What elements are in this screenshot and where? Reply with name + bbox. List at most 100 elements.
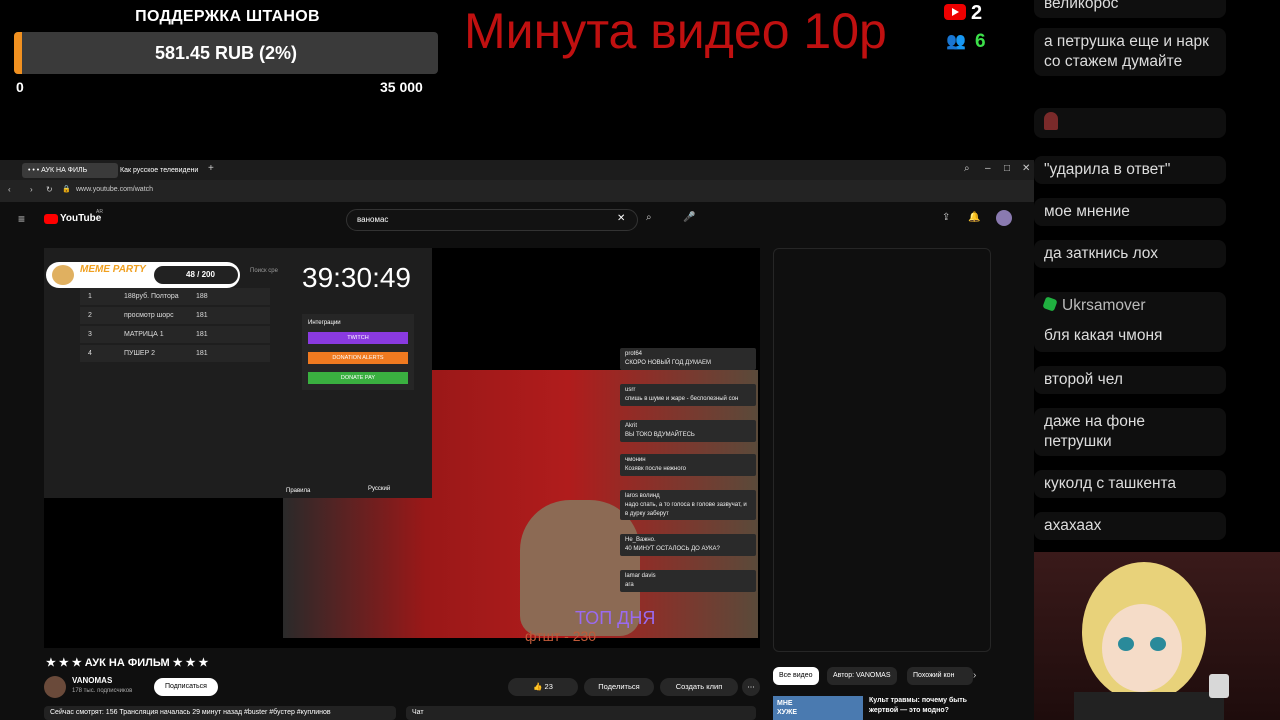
- url-text[interactable]: www.youtube.com/watch: [76, 186, 153, 193]
- menu-icon[interactable]: ≡: [18, 212, 25, 226]
- upload-icon[interactable]: ⇪: [942, 212, 950, 223]
- overlay-text: СКОРО НОВЫЙ ГОД ДУМАЕМ: [625, 360, 712, 366]
- chat-message: второй чел: [1034, 366, 1226, 394]
- overlay-text: Козявк после нежного: [625, 466, 686, 472]
- search-tabs-icon[interactable]: ⌕: [964, 163, 970, 174]
- support-progress-bar: 581.45 RUB (2%): [14, 32, 438, 74]
- channel-name[interactable]: VANOMAS: [72, 676, 112, 685]
- chat-message: даже на фоне петрушки: [1034, 408, 1226, 456]
- overlay-username: lamar davis: [625, 573, 656, 579]
- close-icon[interactable]: ✕: [1022, 163, 1030, 174]
- meme-party-label: MEME PARTY: [80, 264, 146, 275]
- chat-message: [1034, 108, 1226, 138]
- address-bar[interactable]: ‹ › ↻ 🔒 www.youtube.com/watch: [0, 180, 1034, 202]
- recommendation-title[interactable]: Культ травмы: почему быть жертвой — это …: [869, 696, 979, 716]
- lot-row[interactable]: 2 просмотр шорс 181: [80, 307, 270, 324]
- bell-icon[interactable]: 🔔: [968, 212, 980, 223]
- search-input[interactable]: ваномас ✕: [346, 209, 638, 231]
- subscribe-button[interactable]: Подписаться: [154, 678, 218, 696]
- youtube-header: ≡ YouTube AR ваномас ✕ ⌕ 🎤 ⇪ 🔔: [0, 202, 1034, 238]
- overlay-username: laros волинд: [625, 493, 660, 499]
- new-tab-icon[interactable]: +: [208, 163, 214, 174]
- search-icon[interactable]: ⌕: [646, 212, 652, 223]
- share-button[interactable]: Поделиться: [584, 678, 654, 696]
- overlay-username: чмонин: [625, 457, 646, 463]
- maximize-icon[interactable]: □: [1004, 163, 1010, 174]
- lot-row[interactable]: 3 МАТРИЦА 1 181: [80, 326, 270, 343]
- lot-row[interactable]: 1 188руб. Полтора 188: [80, 288, 270, 305]
- auction-app: MEME PARTY 48 / 200 Поиск сре 39:30:49 1…: [44, 248, 432, 498]
- recommendation-thumbnail[interactable]: МНЕ ХУЖЕ: [773, 696, 863, 720]
- overlay-message: prot64 СКОРО НОВЫЙ ГОД ДУМАЕМ: [620, 348, 756, 370]
- lot-value: 181: [196, 331, 208, 338]
- lot-number: 3: [88, 331, 92, 338]
- rules-button[interactable]: Правила: [286, 488, 310, 494]
- thumbs-up-icon: 👍: [533, 682, 545, 691]
- overlay-username: Akrit: [625, 423, 637, 429]
- overlay-username: prot64: [625, 351, 643, 357]
- chip-all[interactable]: Все видео: [773, 667, 819, 685]
- chip-author[interactable]: Автор: VANOMAS: [827, 667, 897, 685]
- tab-label: • • • АУК НА ФИЛЬ: [28, 167, 88, 174]
- back-icon[interactable]: ‹: [8, 185, 11, 194]
- reload-icon[interactable]: ↻: [46, 185, 53, 194]
- chat-message-text: мое мнение: [1044, 203, 1130, 220]
- donate-pay-button[interactable]: DONATE PAY: [308, 372, 408, 384]
- like-button[interactable]: 👍 23: [508, 678, 578, 696]
- forward-icon[interactable]: ›: [30, 185, 33, 194]
- chat-message: а петрушка еще и нарк со стажем думайте: [1034, 28, 1226, 76]
- support-title: ПОДДЕРЖКА ШТАНОВ: [135, 8, 320, 25]
- clear-search-icon[interactable]: ✕: [617, 213, 625, 224]
- chat-message: великорос: [1034, 0, 1226, 18]
- overlay-message: Не_Важно. 40 МИНУТ ОСТАЛОСЬ ДО АУКА?: [620, 534, 756, 556]
- channel-avatar[interactable]: [44, 676, 66, 698]
- lot-search-input[interactable]: Поиск сре: [250, 268, 278, 274]
- stream-chat-overlay: prot64 СКОРО НОВЫЙ ГОД ДУМАЕМ usrr спишь в…: [620, 348, 758, 638]
- chat-message-text: а петрушка еще и нарк со стажем думайте: [1044, 33, 1209, 70]
- lot-row[interactable]: 4 ПУШЕР 2 181: [80, 345, 270, 362]
- support-min: 0: [16, 79, 24, 95]
- mic-icon[interactable]: 🎤: [683, 212, 695, 223]
- search-value: ваномас: [357, 215, 389, 224]
- meme-party-banner: MEME PARTY 48 / 200: [46, 262, 240, 288]
- chat-message-text: даже на фоне петрушки: [1044, 413, 1145, 450]
- overlay-username: usrr: [625, 387, 636, 393]
- youtube-logo-icon[interactable]: [44, 214, 58, 224]
- lot-name: ПУШЕР 2: [124, 350, 156, 357]
- lot-name: 188руб. Полтора: [124, 293, 179, 300]
- lot-number: 4: [88, 350, 92, 357]
- lock-icon: 🔒: [62, 186, 71, 193]
- overlay-text: ага: [625, 582, 634, 588]
- lot-value: 181: [196, 312, 208, 319]
- overlay-message: laros волинд надо спать, а то голоса в го…: [620, 490, 756, 520]
- chevron-right-icon[interactable]: ›: [973, 670, 976, 681]
- promo-text: Минута видео 10р: [464, 3, 887, 59]
- clip-button[interactable]: Создать клип: [660, 678, 738, 696]
- thumbnail-text: МНЕ ХУЖЕ: [777, 700, 798, 716]
- more-options-icon[interactable]: ⋯: [742, 678, 760, 696]
- chat-username: Ukrsamover: [1062, 297, 1146, 314]
- chat-label[interactable]: Чат: [406, 706, 756, 720]
- chip-similar[interactable]: Похожий кон: [907, 667, 973, 685]
- doge-icon: [52, 265, 74, 285]
- top-day-value: фтшт - 230: [525, 628, 597, 644]
- language-select[interactable]: Русский: [368, 486, 390, 492]
- lot-name: просмотр шорс: [124, 312, 174, 319]
- lot-value: 181: [196, 350, 208, 357]
- twitch-button[interactable]: TWITCH: [308, 332, 408, 344]
- tab-auk[interactable]: • • • АУК НА ФИЛЬ: [22, 163, 118, 178]
- chat-message-text: ахахаах: [1044, 517, 1102, 534]
- minimize-icon[interactable]: –: [985, 163, 991, 174]
- user-avatar-icon: [1044, 112, 1058, 130]
- integrations-panel: Интеграции TWITCH DONATION ALERTS DONATE…: [302, 314, 414, 390]
- chat-message-text: куколд с ташкента: [1044, 475, 1177, 492]
- anime-character-illustration: [1074, 562, 1229, 720]
- overlay-message: чмонин Козявк после нежного: [620, 454, 756, 476]
- auction-timer: 39:30:49: [302, 262, 411, 293]
- donation-alerts-button[interactable]: DONATION ALERTS: [308, 352, 408, 364]
- overlay-message: lamar davis ага: [620, 570, 756, 592]
- tab-tv[interactable]: Как русское телевидени: [114, 163, 212, 178]
- account-avatar[interactable]: [996, 210, 1012, 226]
- chat-message: да заткнись лох: [1034, 240, 1226, 268]
- overlay-message: Akrit ВЫ ТОКО ВДУМАЙТЕСЬ: [620, 420, 756, 442]
